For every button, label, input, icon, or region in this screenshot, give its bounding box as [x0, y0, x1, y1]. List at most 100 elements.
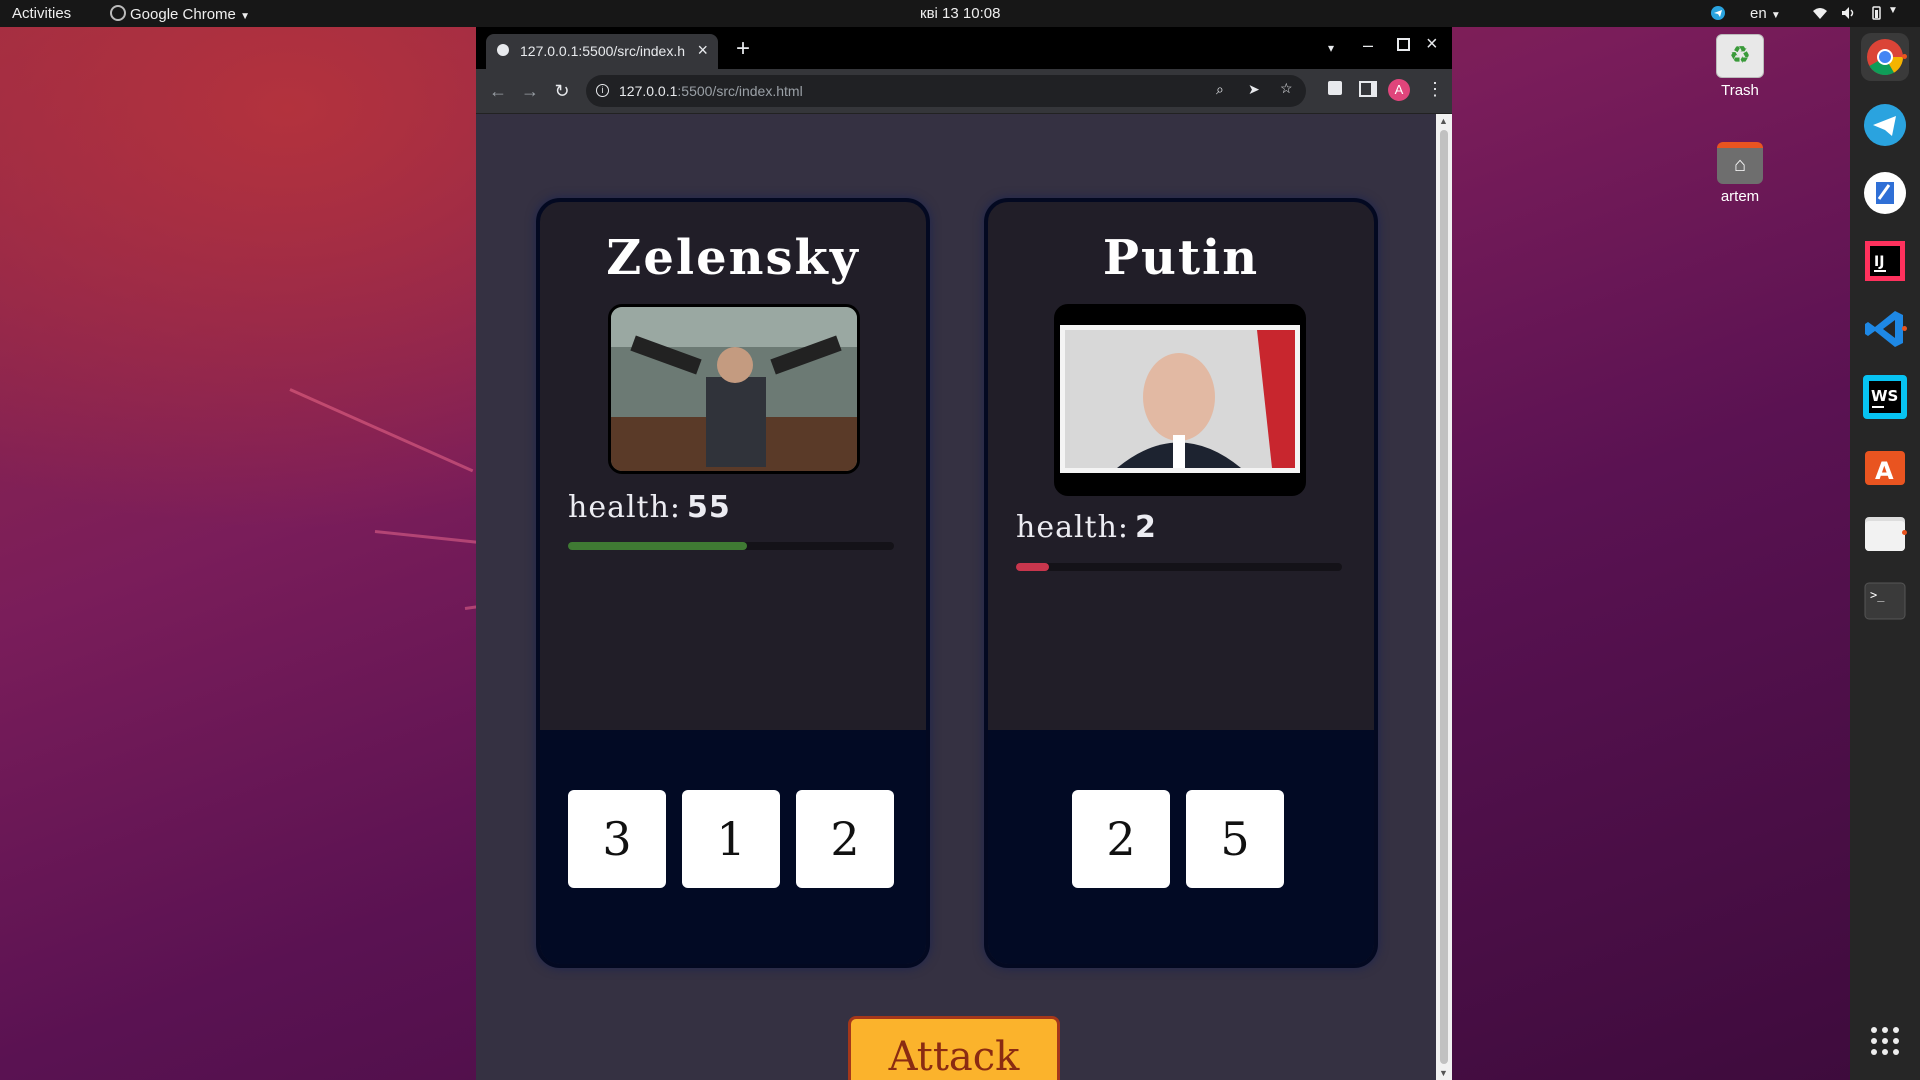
bookmark-star-icon[interactable]: ☆	[1280, 80, 1293, 97]
svg-text:IJ: IJ	[1874, 254, 1884, 270]
system-top-bar: Activities Google Chrome ▼ кві 13 10:08 …	[0, 0, 1920, 27]
dock-webstorm[interactable]: WS	[1861, 373, 1909, 421]
die[interactable]: 2	[1072, 790, 1170, 888]
player-card-putin: Putin health: 2 2 5	[984, 198, 1378, 968]
dock-intellij[interactable]: IJ	[1861, 237, 1909, 285]
telegram-icon	[1864, 104, 1906, 146]
globe-icon	[497, 44, 509, 56]
tab-strip: 127.0.0.1:5500/src/index.h × + ▾ – ×	[476, 27, 1452, 69]
chevron-down-icon: ▼	[240, 11, 250, 22]
dock-chrome[interactable]	[1861, 33, 1909, 81]
app-menu-label: Google Chrome	[130, 6, 236, 23]
portrait-image	[611, 307, 857, 471]
portrait-image	[1057, 307, 1303, 493]
address-bar[interactable]: i 127.0.0.1:5500/src/index.html ⌕ ➤ ☆	[586, 75, 1306, 107]
scroll-down-icon[interactable]: ▼	[1439, 1068, 1448, 1078]
dice-area: 2 5	[988, 730, 1374, 964]
new-tab-button[interactable]: +	[736, 35, 750, 63]
url-text: 127.0.0.1:5500/src/index.html	[619, 83, 803, 99]
health-bar	[568, 542, 894, 550]
die[interactable]: 1	[682, 790, 780, 888]
language-indicator[interactable]: en ▼	[1750, 5, 1781, 22]
scroll-up-icon[interactable]: ▲	[1439, 116, 1448, 126]
dock-terminal[interactable]: >_	[1861, 577, 1909, 625]
language-label: en	[1750, 5, 1767, 22]
url-host: 127.0.0.1	[619, 83, 678, 99]
chrome-small-icon	[110, 5, 126, 21]
app-menu[interactable]: Google Chrome ▼	[110, 5, 250, 23]
chevron-down-icon[interactable]: ▼	[1888, 5, 1898, 16]
running-indicator	[1902, 530, 1907, 535]
dock-vscode[interactable]	[1861, 305, 1909, 353]
health-bar-fill	[1016, 563, 1049, 571]
wifi-icon[interactable]	[1812, 5, 1828, 21]
home-folder-icon: ⌂	[1717, 142, 1763, 184]
send-icon[interactable]: ➤	[1248, 81, 1260, 98]
dock-app-center[interactable]: A	[1861, 441, 1909, 489]
die[interactable]: 3	[568, 790, 666, 888]
scrollbar-thumb[interactable]	[1440, 130, 1448, 1064]
health-display: health: 55	[568, 490, 731, 525]
close-window-button[interactable]: ×	[1426, 33, 1438, 56]
back-button[interactable]: ←	[486, 79, 510, 103]
health-value: 55	[687, 490, 731, 525]
desktop-icon-label: Trash	[1721, 82, 1759, 99]
url-path: :5500/src/index.html	[677, 83, 803, 99]
page-viewport: Zelensky health: 55 3 1 2 Putin health: …	[476, 114, 1436, 1080]
activities-button[interactable]: Activities	[12, 5, 71, 22]
player-name: Zelensky	[606, 230, 860, 286]
vscode-icon	[1865, 311, 1903, 347]
player-portrait	[608, 304, 860, 474]
running-indicator	[1902, 54, 1907, 59]
extensions-icon[interactable]	[1328, 81, 1342, 95]
desktop-icon-label: artem	[1720, 188, 1760, 205]
running-indicator	[1902, 326, 1907, 331]
maximize-button[interactable]	[1397, 38, 1410, 51]
profile-avatar[interactable]: A	[1388, 79, 1410, 101]
zoom-icon[interactable]: ⌕	[1216, 81, 1224, 98]
page-scrollbar[interactable]: ▲ ▼	[1436, 114, 1452, 1080]
dock-xournal[interactable]	[1861, 169, 1909, 217]
player-name: Putin	[1102, 230, 1260, 286]
die[interactable]: 2	[796, 790, 894, 888]
health-value: 2	[1135, 510, 1157, 545]
dock-files[interactable]	[1861, 509, 1909, 557]
side-panel-icon[interactable]	[1359, 81, 1377, 97]
telegram-tray-icon[interactable]	[1710, 5, 1726, 21]
health-label: health:	[1016, 510, 1130, 545]
clock[interactable]: кві 13 10:08	[920, 5, 1000, 22]
wallpaper-streak	[374, 530, 485, 545]
dock: IJ WS A >_	[1850, 27, 1920, 1080]
browser-tab[interactable]: 127.0.0.1:5500/src/index.h ×	[486, 34, 718, 69]
tab-search-icon[interactable]: ▾	[1328, 41, 1334, 55]
wallpaper-streak	[289, 388, 474, 473]
dock-telegram[interactable]	[1861, 101, 1909, 149]
chrome-icon	[1867, 39, 1903, 76]
svg-text:>_: >_	[1870, 588, 1885, 602]
battery-icon[interactable]	[1868, 5, 1884, 21]
browser-toolbar: ← → ↻ i 127.0.0.1:5500/src/index.html ⌕ …	[476, 69, 1452, 114]
health-bar-fill	[568, 542, 748, 550]
attack-button[interactable]: Attack	[848, 1016, 1060, 1080]
close-tab-icon[interactable]: ×	[697, 40, 708, 61]
site-info-icon[interactable]: i	[596, 84, 609, 97]
volume-icon[interactable]	[1840, 5, 1856, 21]
menu-kebab-icon[interactable]: ⋮	[1426, 79, 1444, 100]
health-label: health:	[568, 490, 682, 525]
health-bar	[1016, 563, 1342, 571]
desktop-icon-trash[interactable]: ♻ Trash	[1700, 34, 1780, 99]
player-portrait	[1054, 304, 1306, 496]
forward-button[interactable]: →	[518, 79, 542, 103]
files-icon	[1865, 517, 1905, 551]
webstorm-icon: WS	[1863, 375, 1907, 419]
player-card-zelensky: Zelensky health: 55 3 1 2	[536, 198, 930, 968]
desktop-icon-home[interactable]: ⌂ artem	[1700, 142, 1780, 205]
svg-text:WS: WS	[1871, 387, 1898, 405]
browser-window: 127.0.0.1:5500/src/index.h × + ▾ – × ← →…	[476, 27, 1452, 1080]
tab-title: 127.0.0.1:5500/src/index.h	[520, 43, 686, 59]
svg-text:A: A	[1875, 457, 1894, 485]
minimize-button[interactable]: –	[1363, 35, 1373, 56]
show-applications-icon[interactable]	[1861, 1017, 1909, 1065]
reload-button[interactable]: ↻	[550, 79, 574, 103]
die[interactable]: 5	[1186, 790, 1284, 888]
